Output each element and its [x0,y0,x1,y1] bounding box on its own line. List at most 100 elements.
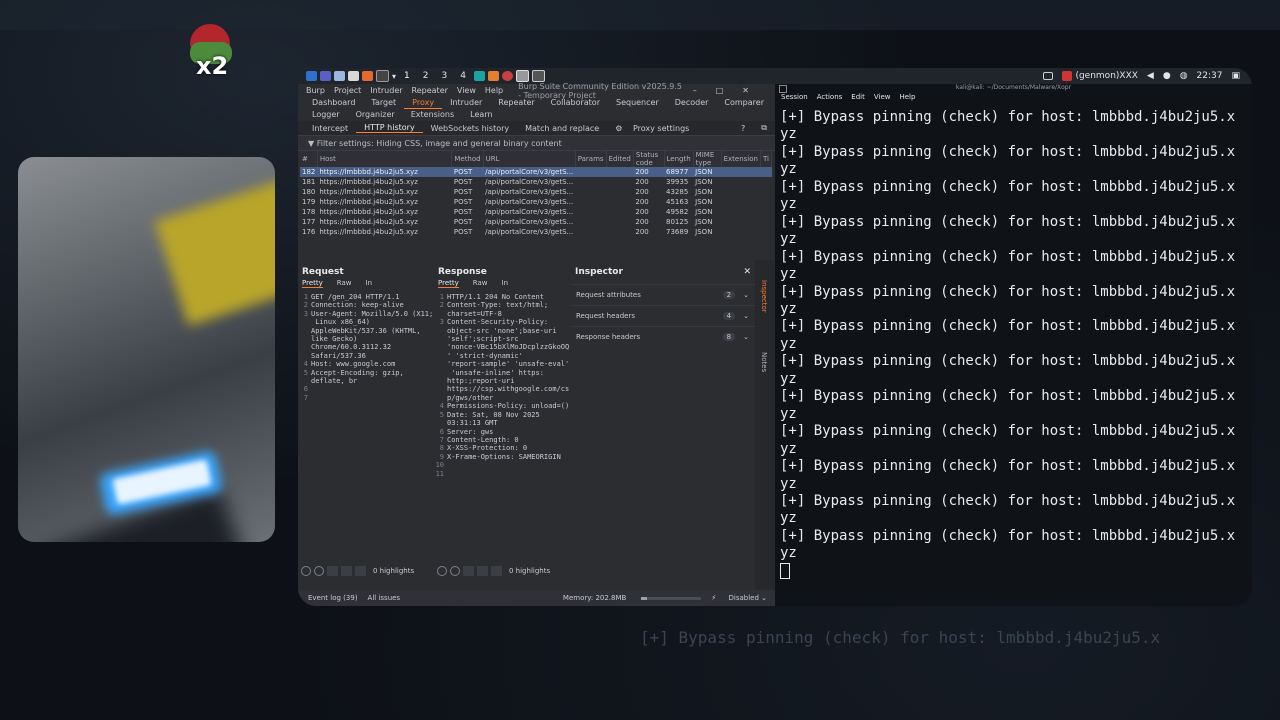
menu-session[interactable]: Session [781,93,808,103]
menu-project[interactable]: Project [334,86,361,95]
response-tab-hex[interactable]: In [502,279,509,288]
col-method[interactable]: Method [451,151,484,167]
forward-arrow-icon[interactable] [477,566,488,576]
col-length[interactable]: Length [664,151,694,167]
table-row[interactable]: 180 https://lmbbbd.j4bu2ju5.xyz POST/api/p… [300,187,772,197]
terminal-prompt[interactable] [780,562,1252,580]
editor-icon[interactable] [348,71,359,81]
help-icon[interactable] [437,566,447,576]
col-time[interactable]: Ti [760,151,773,167]
filter-bar[interactable]: ▼ Filter settings: Hiding CSS, image and… [298,135,775,151]
table-row[interactable]: 181 https://lmbbbd.j4bu2ju5.xyz POST/api/p… [300,177,772,187]
tab-target[interactable]: Target [363,97,404,109]
close-icon[interactable]: ✕ [743,267,751,277]
inspector-request-headers[interactable]: Request headers 4 ⌄ [571,305,755,326]
genmon-widget[interactable]: (genmon)XXX [1062,71,1138,81]
tab-intruder[interactable]: Intruder [442,97,490,109]
back-arrow-icon[interactable] [463,566,474,576]
disabled-toggle[interactable]: ⚡ Disabled ⌄ [711,594,767,602]
workspace-1[interactable]: 1 [399,71,415,81]
tab-extensions[interactable]: Extensions [403,109,462,121]
terminal-icon[interactable] [376,70,389,82]
tab-comparer[interactable]: Comparer [716,97,772,109]
menu-help[interactable]: Help [899,93,915,103]
tab-collaborator[interactable]: Collaborator [543,97,608,109]
menu-repeater[interactable]: Repeater [412,86,448,95]
menu-view[interactable]: View [457,86,476,95]
request-tab-raw[interactable]: Raw [337,279,352,288]
search-icon[interactable] [355,566,366,576]
burp-icon[interactable] [487,71,499,81]
terminal-output[interactable]: [+] Bypass pinning (check) for host: lmb… [775,103,1252,580]
menu-actions[interactable]: Actions [817,93,843,103]
popout-icon[interactable]: ⧉ [753,123,775,133]
help-icon[interactable]: ? [733,124,753,133]
settings-gear-icon[interactable] [314,566,324,576]
workspace-4[interactable]: 4 [455,71,471,81]
inspector-request-attributes[interactable]: Request attributes 2 ⌄ [571,284,755,305]
table-row[interactable]: 178 https://lmbbbd.j4bu2ju5.xyz POST/api/p… [300,207,772,217]
inspector-response-headers[interactable]: Response headers 8 ⌄ [571,326,755,347]
col-host[interactable]: Host [317,151,453,167]
tab-organizer[interactable]: Organizer [348,109,403,121]
table-row[interactable]: 177 https://lmbbbd.j4bu2ju5.xyz POST/api/p… [300,217,772,227]
all-issues-link[interactable]: All issues [368,594,401,602]
tab-repeater[interactable]: Repeater [490,97,542,109]
display-icon[interactable] [1043,72,1054,80]
request-tab-hex[interactable]: In [366,279,373,288]
col-status[interactable]: Status code [633,151,665,167]
tab-http-history[interactable]: HTTP history [356,123,423,133]
proxy-settings-button[interactable]: ⚙ Proxy settings [607,124,705,133]
col-edited[interactable]: Edited [606,151,634,167]
app-icon-red[interactable] [501,71,513,81]
table-row[interactable]: 182 https://lmbbbd.j4bu2ju5.xyz POST/api/p… [300,167,772,177]
response-tab-raw[interactable]: Raw [473,279,488,288]
workspace-3[interactable]: 3 [436,71,452,81]
forward-arrow-icon[interactable] [341,566,352,576]
menu-view[interactable]: View [874,93,891,103]
app-icon-teal[interactable] [473,71,485,81]
screenshot-icon[interactable] [531,70,545,82]
close-icon[interactable]: ✕ [742,86,749,95]
settings-gear-icon[interactable] [450,566,460,576]
col-number[interactable]: # [300,151,318,167]
kali-menu-icon[interactable] [306,71,317,81]
volume-icon[interactable]: ◀ [1147,71,1154,81]
tab-intercept[interactable]: Intercept [304,124,356,133]
menu-edit[interactable]: Edit [851,93,865,103]
side-tab-notes[interactable]: Notes [760,352,768,372]
menu-help[interactable]: Help [485,86,503,95]
tab-proxy[interactable]: Proxy [404,97,443,109]
col-params[interactable]: Params [575,151,607,167]
side-tab-inspector[interactable]: Inspector [760,280,768,313]
help-icon[interactable] [301,566,311,576]
response-editor[interactable]: 1 HTTP/1.1 204 No Content 2 Content-Type: t… [434,293,571,478]
col-mime[interactable]: MIME type [693,151,722,167]
table-row[interactable]: 179 https://lmbbbd.j4bu2ju5.xyz POST/api/p… [300,197,772,207]
tab-learn[interactable]: Learn [462,109,500,121]
col-url[interactable]: URL [483,151,576,167]
event-log-link[interactable]: Event log (39) [308,594,358,602]
table-row[interactable]: 176 https://lmbbbd.j4bu2ju5.xyz POST/api/p… [300,227,772,237]
tab-sequencer[interactable]: Sequencer [608,97,667,109]
request-editor[interactable]: 1 GET /gen_204 HTTP/1.1 2 Connection: keep-… [298,293,434,402]
notification-bell-icon[interactable]: ● [1163,71,1171,81]
tab-websockets-history[interactable]: WebSockets history [423,124,517,133]
minimize-icon[interactable]: – [693,86,697,95]
back-arrow-icon[interactable] [327,566,338,576]
files-icon[interactable] [334,71,345,81]
search-icon[interactable] [491,566,502,576]
clock[interactable]: 22:37 [1197,71,1223,81]
workspace-2[interactable]: 2 [418,71,434,81]
request-tab-pretty[interactable]: Pretty [302,279,323,288]
response-tab-pretty[interactable]: Pretty [438,279,459,288]
chevron-down-icon[interactable]: ▾ [392,72,396,81]
tab-logger[interactable]: Logger [304,109,348,121]
lock-icon[interactable]: ▣ [1231,71,1240,81]
tab-decoder[interactable]: Decoder [667,97,717,109]
power-icon[interactable]: ◍ [1180,71,1188,81]
tab-dashboard[interactable]: Dashboard [304,97,363,109]
col-extension[interactable]: Extension [721,151,761,167]
maximize-icon[interactable]: □ [716,86,724,95]
menu-intruder[interactable]: Intruder [370,86,402,95]
